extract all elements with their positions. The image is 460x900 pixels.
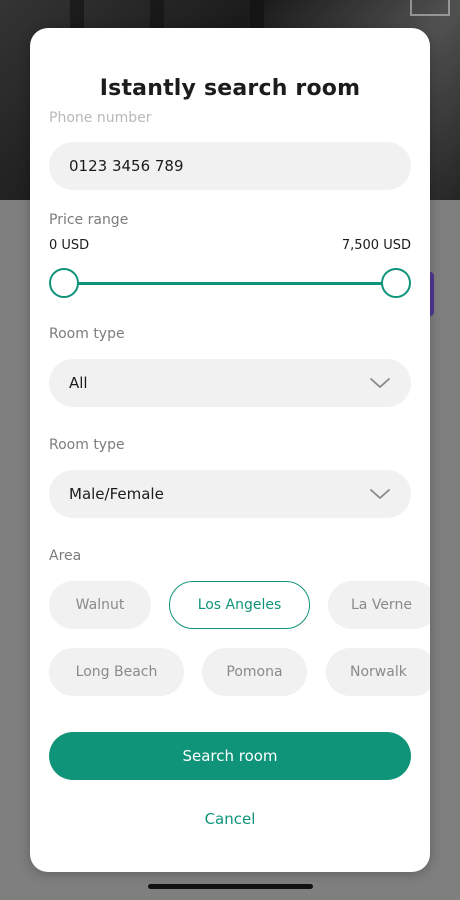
area-chip-label: Walnut (75, 597, 125, 613)
search-room-button[interactable]: Search room (49, 732, 411, 780)
phone-input[interactable]: 0123 3456 789 (49, 142, 411, 190)
slider-min-handle[interactable] (49, 268, 79, 298)
price-min-label: 0 USD (49, 238, 90, 253)
room-type-select[interactable]: All (49, 359, 411, 407)
area-chip-long-beach[interactable]: Long Beach (49, 648, 184, 696)
area-chip-la-verne[interactable]: La Verne (328, 581, 430, 629)
room-type-select-value: All (69, 374, 88, 392)
room-gender-select-value: Male/Female (69, 485, 164, 503)
home-indicator[interactable] (148, 884, 313, 889)
modal-title: Istantly search room (99, 76, 361, 101)
phone-input-value: 0123 3456 789 (69, 157, 184, 175)
price-max-label: 7,500 USD (341, 238, 411, 253)
area-chip-walnut[interactable]: Walnut (49, 581, 151, 629)
area-chip-norwalk[interactable]: Norwalk (326, 648, 430, 696)
room-gender-select[interactable]: Male/Female (49, 470, 411, 518)
room-type-label: Room type (49, 437, 125, 453)
area-chip-label: La Verne (351, 597, 412, 613)
slider-max-handle[interactable] (381, 268, 411, 298)
chevron-down-icon (370, 378, 390, 388)
price-range-slider[interactable] (49, 268, 411, 298)
area-chip-los-angeles[interactable]: Los Angeles (169, 581, 310, 629)
area-chip-pomona[interactable]: Pomona (202, 648, 307, 696)
chevron-down-icon (370, 489, 390, 499)
room-type-label: Room type (49, 326, 125, 342)
slider-track (63, 282, 397, 285)
cancel-button[interactable]: Cancel (30, 810, 430, 828)
phone-label: Phone number (49, 110, 152, 126)
search-room-modal: Istantly search room Phone number 0123 3… (30, 28, 430, 872)
area-chip-label: Long Beach (75, 664, 158, 680)
price-range-label: Price range (49, 212, 129, 228)
area-chip-label: Pomona (226, 664, 283, 680)
area-chip-label: Los Angeles (197, 597, 282, 613)
area-label: Area (49, 548, 82, 564)
area-chip-label: Norwalk (350, 664, 407, 680)
search-room-button-label: Search room (182, 747, 278, 765)
